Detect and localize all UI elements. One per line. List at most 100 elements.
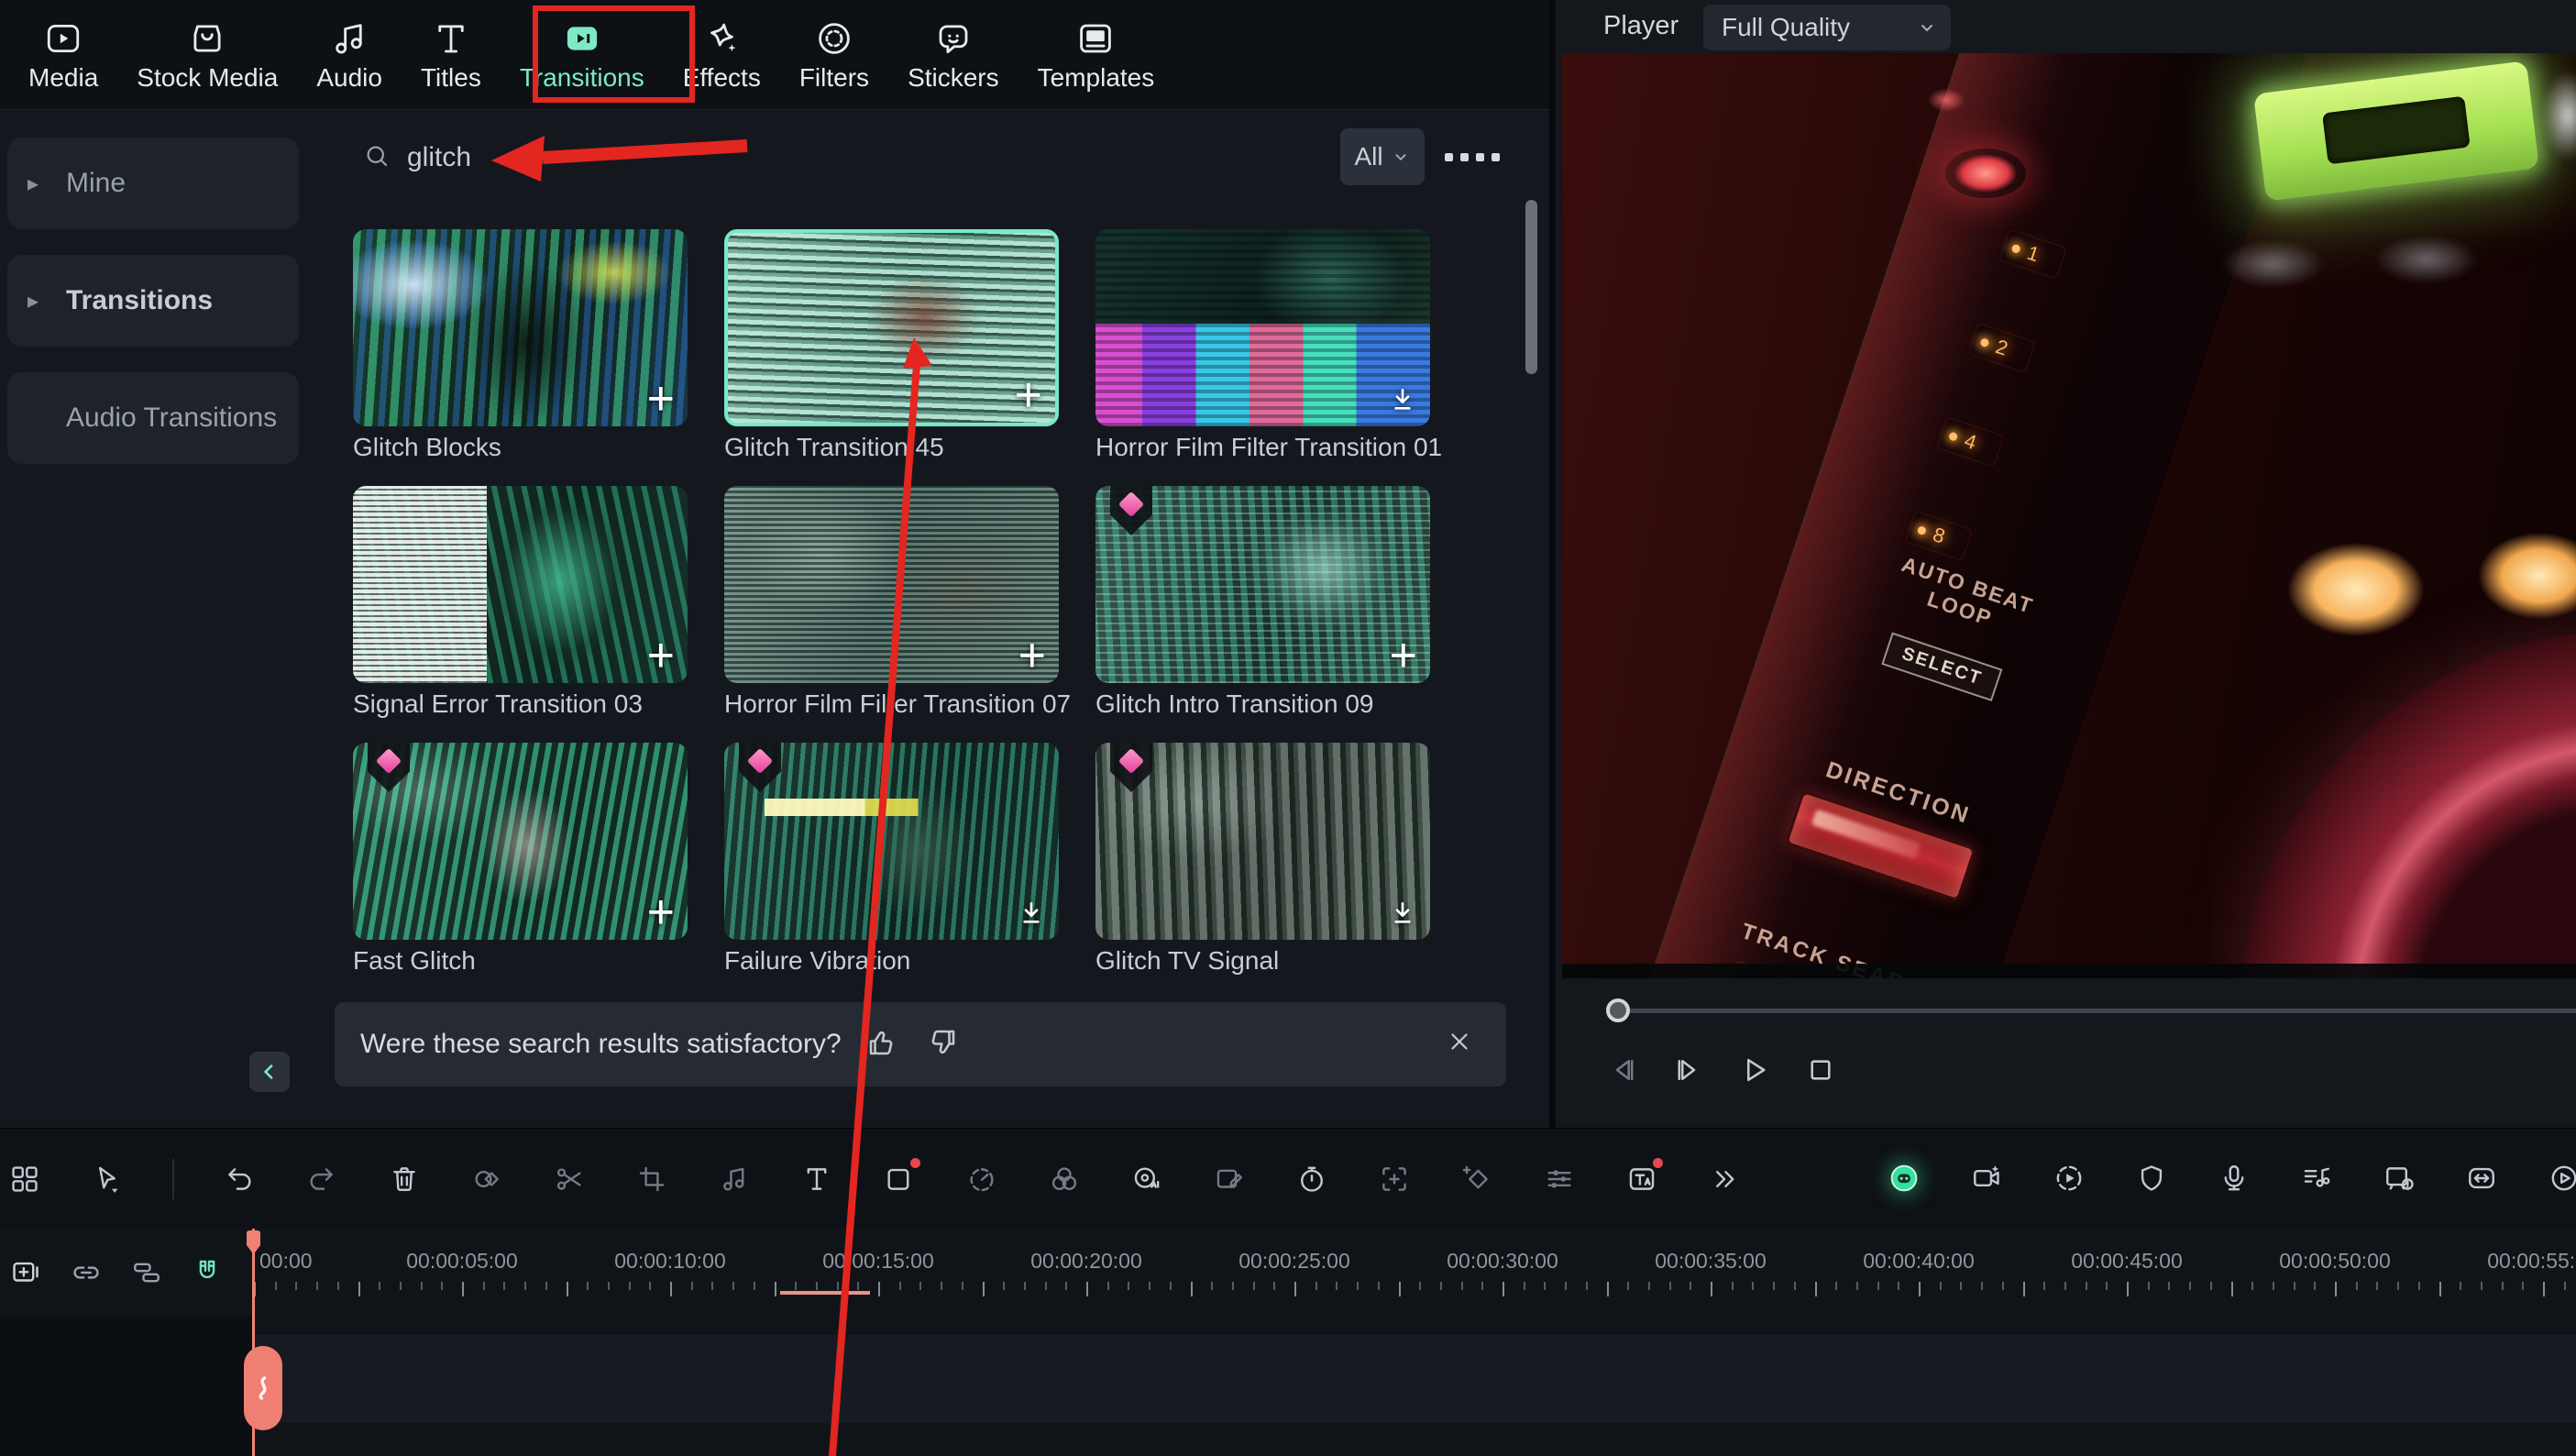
ruler-tick: [524, 1282, 526, 1290]
cursor-icon[interactable]: [90, 1162, 125, 1197]
sidebar-item-audio-transitions[interactable]: Audio Transitions: [7, 372, 299, 464]
voiceover-icon[interactable]: [2217, 1161, 2251, 1196]
seek-bar[interactable]: [1629, 1009, 2576, 1013]
stop-icon[interactable]: [1803, 1053, 1838, 1087]
play-circle-icon[interactable]: [2052, 1161, 2086, 1196]
seek-knob[interactable]: [1606, 998, 1630, 1022]
transition-tile-glitch-transition-45[interactable]: +: [724, 229, 1059, 426]
ai-text-icon[interactable]: [1624, 1162, 1659, 1197]
transition-tile-failure-vibration[interactable]: [724, 743, 1059, 940]
ai-audio-icon[interactable]: [1129, 1162, 1164, 1197]
text-icon[interactable]: [799, 1162, 834, 1197]
close-icon[interactable]: [1446, 1028, 1479, 1061]
transition-tile-horror-film-filter-transition-07[interactable]: +: [724, 486, 1059, 683]
delete-icon[interactable]: [387, 1162, 422, 1197]
audio-list-icon[interactable]: [2299, 1161, 2334, 1196]
adjust-icon[interactable]: [1542, 1162, 1577, 1197]
tab-filters[interactable]: Filters: [780, 0, 888, 110]
mask-icon[interactable]: [469, 1162, 504, 1197]
add-to-timeline-icon[interactable]: +: [1390, 635, 1417, 676]
speed-icon[interactable]: [964, 1162, 999, 1197]
add-to-timeline-icon[interactable]: +: [647, 635, 675, 676]
ai-assistant-icon[interactable]: [1887, 1161, 1921, 1196]
ruler-timestamp: 00:00:55:00: [2487, 1249, 2576, 1274]
transition-name: Horror Film Filter Transition 01: [1095, 433, 1444, 464]
beat-loop-button-graphic: 2: [1968, 323, 2036, 373]
beat-loop-button-graphic: 1: [1999, 229, 2067, 280]
tab-audio[interactable]: Audio: [297, 0, 402, 110]
ruler-tick: [483, 1282, 485, 1290]
red-button-glow: [1945, 149, 2026, 198]
crop-icon[interactable]: [634, 1162, 669, 1197]
freeze-frame-icon[interactable]: [1377, 1162, 1412, 1197]
next-frame-icon[interactable]: [1671, 1053, 1706, 1087]
more-options-button[interactable]: [1445, 145, 1500, 169]
tab-label: Stock Media: [137, 63, 278, 93]
ruler-tick: [878, 1282, 880, 1296]
tab-stock-media[interactable]: Stock Media: [117, 0, 297, 110]
ruler-tick: [1045, 1282, 1047, 1290]
ruler-tick: [1877, 1282, 1879, 1290]
sidebar-item-transitions[interactable]: ▸Transitions: [7, 255, 299, 347]
sticker-edit-icon[interactable]: [1212, 1162, 1247, 1197]
partial-circle-icon[interactable]: [2547, 1161, 2576, 1196]
record-icon[interactable]: [882, 1162, 917, 1197]
tab-titles[interactable]: Titles: [402, 0, 501, 110]
transition-tile-horror-film-filter-transition-01[interactable]: [1095, 229, 1430, 426]
multi-select-icon[interactable]: [7, 1162, 42, 1197]
transition-tile-signal-error-transition-03[interactable]: +: [353, 486, 688, 683]
add-to-timeline-icon[interactable]: +: [1015, 375, 1042, 415]
screen-record-icon[interactable]: [2382, 1161, 2416, 1196]
download-icon[interactable]: [1388, 899, 1417, 932]
beat-marker[interactable]: [244, 1346, 282, 1430]
fit-width-icon[interactable]: [2464, 1161, 2499, 1196]
timeline: 00:0000:00:05:0000:00:10:0000:00:15:0000…: [0, 1128, 2576, 1456]
ruler-tick: [567, 1282, 568, 1296]
panel-scrollbar[interactable]: [1525, 200, 1537, 374]
add-to-timeline-icon[interactable]: +: [1018, 635, 1046, 676]
transition-tile-fast-glitch[interactable]: +: [353, 743, 688, 940]
timeline-ruler[interactable]: 00:0000:00:05:0000:00:10:0000:00:15:0000…: [0, 1229, 2576, 1317]
tab-media[interactable]: Media: [9, 0, 117, 110]
tab-stickers[interactable]: Stickers: [888, 0, 1018, 110]
audio-effect-icon[interactable]: [717, 1162, 752, 1197]
transition-tile-glitch-tv-signal[interactable]: [1095, 743, 1430, 940]
ruler-tick: [1524, 1282, 1525, 1290]
download-icon[interactable]: [1017, 899, 1046, 932]
shield-icon[interactable]: [2134, 1161, 2169, 1196]
thumbs-down-icon[interactable]: [926, 1026, 963, 1063]
undo-icon[interactable]: [222, 1162, 257, 1197]
tab-label: Filters: [799, 63, 869, 93]
ruler-tick: [275, 1282, 277, 1290]
add-to-timeline-icon[interactable]: +: [647, 379, 675, 419]
split-icon[interactable]: [552, 1162, 587, 1197]
ruler-tick: [337, 1282, 339, 1290]
tab-transitions[interactable]: Transitions: [501, 0, 664, 110]
tab-effects[interactable]: Effects: [664, 0, 780, 110]
ruler-tick: [1544, 1282, 1546, 1290]
redo-icon[interactable]: [304, 1162, 339, 1197]
keyframe-icon[interactable]: [1459, 1162, 1494, 1197]
filter-dropdown[interactable]: All: [1340, 128, 1425, 185]
add-to-timeline-icon[interactable]: +: [647, 892, 675, 932]
expand-arrow-icon[interactable]: ▸: [28, 288, 66, 314]
download-icon[interactable]: [1388, 385, 1417, 419]
sidebar-item-mine[interactable]: ▸Mine: [7, 138, 299, 229]
timer-icon[interactable]: [1294, 1162, 1329, 1197]
thumbs-up-icon[interactable]: [865, 1026, 902, 1063]
transition-tile-glitch-intro-transition-09[interactable]: +: [1095, 486, 1430, 683]
timeline-track-band[interactable]: [0, 1335, 2576, 1423]
more-tools-icon[interactable]: [1707, 1162, 1742, 1197]
color-icon[interactable]: [1047, 1162, 1082, 1197]
ai-camera-icon[interactable]: [1969, 1161, 2004, 1196]
collapse-panel-button[interactable]: [249, 1052, 290, 1092]
transition-tile-glitch-blocks[interactable]: +: [353, 229, 688, 426]
play-icon[interactable]: [1737, 1053, 1772, 1087]
tab-label: Templates: [1038, 63, 1155, 93]
transition-name: Glitch Intro Transition 09: [1095, 689, 1444, 721]
ruler-tick: [1440, 1282, 1442, 1290]
quality-dropdown[interactable]: Full Quality: [1703, 5, 1951, 50]
previous-frame-icon[interactable]: [1605, 1053, 1640, 1087]
expand-arrow-icon[interactable]: ▸: [28, 171, 66, 197]
tab-templates[interactable]: Templates: [1018, 0, 1174, 110]
